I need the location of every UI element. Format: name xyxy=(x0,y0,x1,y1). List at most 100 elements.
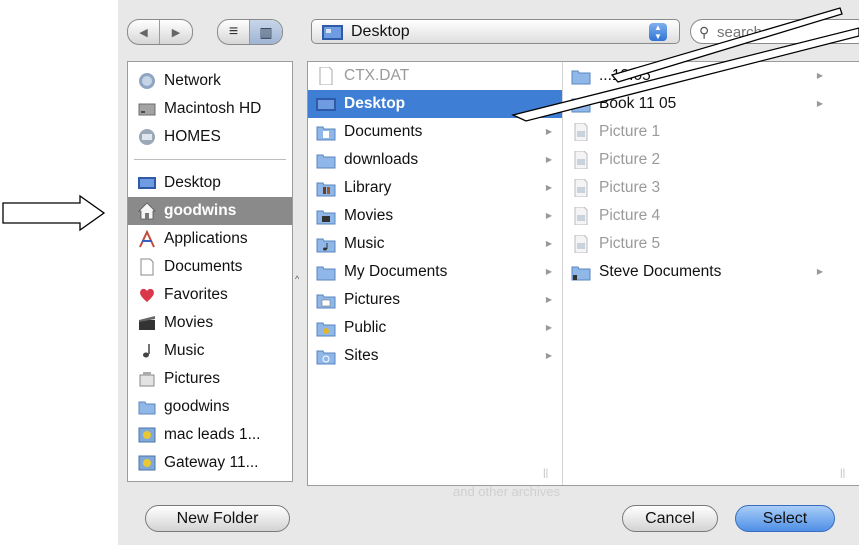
sites-folder-icon xyxy=(316,350,336,365)
list-item-ctx-dat[interactable]: CTX.DAT xyxy=(308,62,562,90)
sidebar-item-favorites[interactable]: Favorites xyxy=(128,281,292,309)
sidebar-item-label: Documents xyxy=(164,258,243,275)
column-scroll-mark: ^ xyxy=(295,274,300,284)
sidebar-item-label: Pictures xyxy=(164,370,220,387)
list-item-book-11-05[interactable]: Book 11 05 ▶ xyxy=(563,90,833,118)
sidebar-item-label: goodwins xyxy=(164,202,237,219)
pictures-icon xyxy=(139,372,155,387)
public-folder-icon xyxy=(316,322,336,337)
list-item-picture-4[interactable]: Picture 4 xyxy=(563,202,833,230)
sidebar-item-goodwins[interactable]: goodwins xyxy=(128,197,292,225)
image-file-icon xyxy=(574,179,588,197)
sidebar-item-music[interactable]: Music xyxy=(128,337,292,365)
sidebar-item-applications[interactable]: Applications xyxy=(128,225,292,253)
location-label: Desktop xyxy=(351,23,410,40)
sidebar-item-macintosh-hd[interactable]: Macintosh HD xyxy=(128,95,292,123)
list-item-movies[interactable]: Movies ▶ xyxy=(308,202,562,230)
chevron-right-icon: ▶ xyxy=(545,183,552,192)
image-file-icon xyxy=(574,235,588,253)
list-item-desktop[interactable]: Desktop xyxy=(308,90,562,118)
desktop-icon xyxy=(316,98,336,111)
sidebar-item-pictures[interactable]: Pictures xyxy=(128,365,292,393)
search-input[interactable] xyxy=(715,23,859,42)
folder-icon xyxy=(138,401,156,415)
column-resize-handle[interactable]: || xyxy=(543,468,548,479)
popup-arrows-icon: ▲ ▼ xyxy=(649,23,667,41)
list-item-folder-13-05[interactable]: ...13.05 ▶ xyxy=(563,62,833,90)
sidebar-item-homes[interactable]: HOMES xyxy=(128,123,292,151)
sidebar-item-label: Macintosh HD xyxy=(164,100,262,117)
back-icon: ◀ xyxy=(139,26,148,39)
file-icon xyxy=(319,67,333,85)
location-popup[interactable]: Desktop ▲ ▼ xyxy=(311,19,680,44)
sidebar-item-label: Desktop xyxy=(164,174,221,191)
back-button[interactable]: ◀ xyxy=(128,20,160,44)
sidebar-item-label: Network xyxy=(164,72,221,89)
list-item-pictures[interactable]: Pictures ▶ xyxy=(308,286,562,314)
sidebar-item-label: Gateway 11... xyxy=(164,454,259,471)
movies-icon xyxy=(139,316,155,330)
search-icon: ⚲ xyxy=(699,24,710,40)
sidebar: Network Macintosh HD HOMES Desktop goodw… xyxy=(127,61,293,482)
sidebar-item-label: HOMES xyxy=(164,128,221,145)
list-item-steve-documents[interactable]: Steve Documents ▶ xyxy=(563,258,833,286)
list-item-picture-1[interactable]: Picture 1 xyxy=(563,118,833,146)
disk-image-icon xyxy=(138,455,156,471)
chevron-right-icon: ▶ xyxy=(545,155,552,164)
movies-folder-icon xyxy=(316,210,336,225)
list-item-picture-3[interactable]: Picture 3 xyxy=(563,174,833,202)
list-item-public[interactable]: Public ▶ xyxy=(308,314,562,342)
sidebar-item-mac-leads[interactable]: mac leads 1... xyxy=(128,421,292,449)
search-field[interactable]: ⚲ xyxy=(690,19,859,44)
music-folder-icon xyxy=(316,238,336,253)
list-item-library[interactable]: Library ▶ xyxy=(308,174,562,202)
desktop-icon xyxy=(138,177,156,189)
column-view-button[interactable]: ▥ xyxy=(250,20,282,44)
sidebar-item-documents[interactable]: Documents xyxy=(128,253,292,281)
library-folder-icon xyxy=(316,182,336,197)
chevron-right-icon: ▶ xyxy=(545,127,552,136)
sidebar-item-goodwins-folder[interactable]: goodwins xyxy=(128,393,292,421)
list-item-documents[interactable]: Documents ▶ xyxy=(308,118,562,146)
image-file-icon xyxy=(574,207,588,225)
disk-image-icon xyxy=(138,427,156,443)
pictures-folder-icon xyxy=(316,294,336,309)
documents-icon xyxy=(140,258,154,276)
forward-button[interactable]: ▶ xyxy=(160,20,192,44)
list-item-sites[interactable]: Sites ▶ xyxy=(308,342,562,370)
list-item-picture-5[interactable]: Picture 5 xyxy=(563,230,833,258)
sidebar-item-movies[interactable]: Movies xyxy=(128,309,292,337)
list-item-downloads[interactable]: downloads ▶ xyxy=(308,146,562,174)
chevron-right-icon: ▶ xyxy=(816,267,823,276)
cancel-button[interactable]: Cancel xyxy=(622,505,718,532)
new-folder-button[interactable]: New Folder xyxy=(145,505,290,532)
chevron-right-icon: ▶ xyxy=(545,295,552,304)
select-button[interactable]: Select xyxy=(735,505,835,532)
column-browser: ^ CTX.DAT Desktop Documents ▶ downloads … xyxy=(295,61,859,486)
list-view-icon: ≡ xyxy=(228,23,239,40)
sidebar-item-desktop[interactable]: Desktop xyxy=(128,169,292,197)
hard-drive-icon xyxy=(138,103,156,116)
list-item-my-documents[interactable]: My Documents ▶ xyxy=(308,258,562,286)
column-resize-handle[interactable]: || xyxy=(840,468,845,479)
list-item-picture-2[interactable]: Picture 2 xyxy=(563,146,833,174)
image-file-icon xyxy=(574,123,588,141)
annotation-arrow-sidebar xyxy=(2,194,106,232)
list-view-button[interactable]: ≡ xyxy=(218,20,250,44)
network-share-icon xyxy=(139,129,155,145)
chevron-right-icon: ▶ xyxy=(545,267,552,276)
sidebar-item-gateway[interactable]: Gateway 11... xyxy=(128,449,292,477)
sidebar-item-network[interactable]: Network xyxy=(128,67,292,95)
chevron-right-icon: ▶ xyxy=(816,71,823,80)
sidebar-item-label: goodwins xyxy=(164,398,230,415)
list-item-music[interactable]: Music ▶ xyxy=(308,230,562,258)
folder-icon xyxy=(571,98,591,113)
chevron-right-icon: ▶ xyxy=(545,351,552,360)
folder-icon xyxy=(316,266,336,281)
sidebar-item-label: Favorites xyxy=(164,286,228,303)
chevron-right-icon: ▶ xyxy=(816,99,823,108)
music-icon xyxy=(143,344,150,358)
folder-icon xyxy=(316,154,336,169)
chevron-right-icon: ▶ xyxy=(545,323,552,332)
favorites-icon xyxy=(140,288,154,302)
